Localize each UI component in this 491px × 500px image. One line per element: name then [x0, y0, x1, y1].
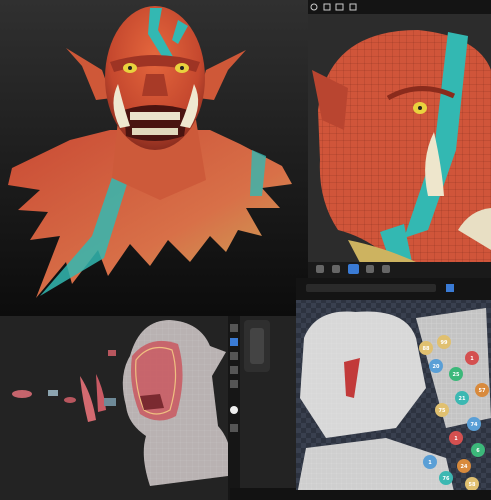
uv-icon [446, 284, 454, 292]
uv-chip-label: 20 [433, 364, 440, 370]
light-icon [230, 406, 238, 414]
uv-chip-label: 74 [471, 422, 478, 428]
uv-chip-label: 6 [476, 448, 480, 454]
uv-chip-label: 24 [461, 464, 468, 470]
pen-icon [230, 352, 238, 360]
uv-view: 88 99 20 25 1 57 21 75 74 1 6 24 76 58 1 [296, 278, 491, 500]
topology-icon [348, 264, 359, 274]
layers-icon [332, 265, 340, 273]
material-icon [366, 265, 374, 273]
move-icon [230, 324, 238, 332]
uv-chip-label: 1 [470, 356, 474, 362]
retopo-panel [0, 316, 296, 500]
closeup-toolbar [308, 0, 491, 14]
uv-chip-label: 99 [441, 340, 448, 346]
retopo-view [0, 316, 296, 500]
orc-closeup [308, 0, 491, 278]
uv-chip-label: 88 [423, 346, 430, 352]
orc-render-panel [0, 0, 308, 316]
uv-bottom-bar [296, 490, 491, 500]
uv-chip-label: 1 [428, 460, 432, 466]
uv-chip-label: 58 [469, 482, 476, 488]
uv-chip-label: 57 [479, 388, 486, 394]
gear-icon [230, 424, 238, 432]
uv-chip-label: 25 [453, 372, 460, 378]
uv-chip-label: 21 [459, 396, 466, 402]
orc-mouth [124, 105, 188, 141]
uv-chip-label: 75 [439, 408, 446, 414]
camera-icon [382, 265, 390, 273]
orc-closeup-panel [308, 0, 491, 278]
uv-panel: 88 99 20 25 1 57 21 75 74 1 6 24 76 58 1 [296, 278, 491, 500]
mask-icon [230, 380, 238, 388]
select-icon [230, 366, 238, 374]
orc-render [8, 6, 292, 298]
brush-icon [230, 338, 238, 346]
uv-chip-label: 76 [443, 476, 450, 482]
uv-chip-label: 1 [454, 436, 458, 442]
orc-ear-right [198, 50, 246, 100]
brush-icon [316, 265, 324, 273]
image-collage: 88 99 20 25 1 57 21 75 74 1 6 24 76 58 1 [0, 0, 491, 500]
